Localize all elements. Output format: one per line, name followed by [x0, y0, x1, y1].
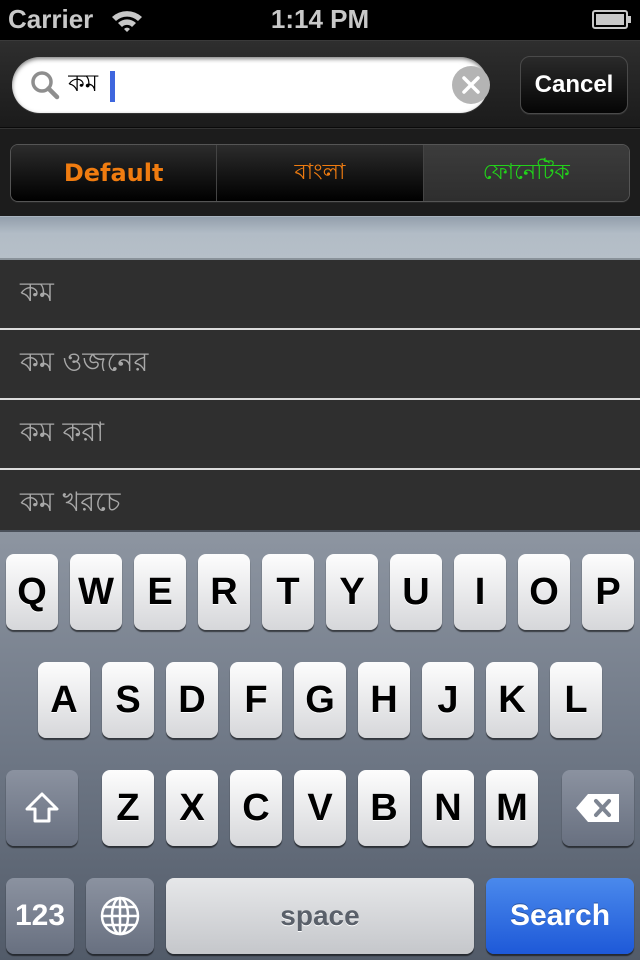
key-r[interactable]: R — [198, 554, 250, 630]
key-i[interactable]: I — [454, 554, 506, 630]
key-x[interactable]: X — [166, 770, 218, 846]
key-l[interactable]: L — [550, 662, 602, 738]
key-z[interactable]: Z — [102, 770, 154, 846]
search-bar: Cancel — [0, 40, 640, 128]
key-q[interactable]: Q — [6, 554, 58, 630]
list-item-label: কম খরচে — [20, 486, 121, 518]
delete-key[interactable] — [562, 770, 634, 846]
key-m[interactable]: M — [486, 770, 538, 846]
key-a[interactable]: A — [38, 662, 90, 738]
globe-icon — [100, 896, 140, 936]
key-j[interactable]: J — [422, 662, 474, 738]
search-input[interactable] — [68, 65, 428, 105]
segment-label: Default — [63, 159, 164, 187]
segment-default[interactable]: Default — [11, 145, 218, 201]
section-header — [0, 216, 640, 260]
segment-phonetic[interactable]: ফোনেটিক — [423, 145, 629, 201]
keyboard: 123 space Search QWERTYUIOP ASDFGHJKL ZXCV… — [0, 530, 640, 960]
key-b[interactable]: B — [358, 770, 410, 846]
delete-icon — [576, 794, 619, 822]
search-icon — [31, 71, 60, 100]
search-field[interactable] — [12, 57, 490, 113]
key-d[interactable]: D — [166, 662, 218, 738]
list-item-label: কম ওজনের — [20, 346, 149, 378]
segment-bangla[interactable]: বাংলা — [217, 145, 424, 201]
key-v[interactable]: V — [294, 770, 346, 846]
shift-icon — [25, 792, 59, 823]
key-e[interactable]: E — [134, 554, 186, 630]
key-u[interactable]: U — [390, 554, 442, 630]
segment-label: বাংলা — [294, 159, 346, 185]
key-c[interactable]: C — [230, 770, 282, 846]
globe-key[interactable] — [86, 878, 154, 954]
list-item[interactable]: কম ওজনের — [0, 330, 640, 400]
segment-label: ফোনেটিক — [482, 159, 570, 185]
cancel-button[interactable]: Cancel — [520, 56, 628, 114]
key-h[interactable]: H — [358, 662, 410, 738]
key-o[interactable]: O — [518, 554, 570, 630]
shift-key[interactable] — [6, 770, 78, 846]
key-t[interactable]: T — [262, 554, 314, 630]
list-item[interactable]: কম করা — [0, 400, 640, 470]
key-f[interactable]: F — [230, 662, 282, 738]
clear-button[interactable] — [452, 66, 490, 104]
key-p[interactable]: P — [582, 554, 634, 630]
text-caret — [110, 71, 115, 102]
segment-bar: Default বাংলা ফোনেটিক — [0, 128, 640, 216]
key-k[interactable]: K — [486, 662, 538, 738]
clear-icon — [462, 76, 480, 94]
key-y[interactable]: Y — [326, 554, 378, 630]
list-item[interactable]: কম — [0, 260, 640, 330]
status-bar: Carrier 1:14 PM — [0, 0, 640, 40]
keyboard-mode-segmented-control: Default বাংলা ফোনেটিক — [10, 144, 630, 202]
search-key[interactable]: Search — [486, 878, 634, 954]
key-g[interactable]: G — [294, 662, 346, 738]
list-item[interactable]: কম খরচে — [0, 470, 640, 530]
battery-icon — [592, 10, 631, 29]
results-list: কম কম ওজনের কম করা কম খরচে — [0, 260, 640, 530]
numbers-key[interactable]: 123 — [6, 878, 74, 954]
clock: 1:14 PM — [270, 4, 370, 34]
key-n[interactable]: N — [422, 770, 474, 846]
list-item-label: কম করা — [20, 416, 105, 448]
list-item-label: কম — [20, 276, 54, 308]
key-s[interactable]: S — [102, 662, 154, 738]
space-key[interactable]: space — [166, 878, 474, 954]
key-w[interactable]: W — [70, 554, 122, 630]
